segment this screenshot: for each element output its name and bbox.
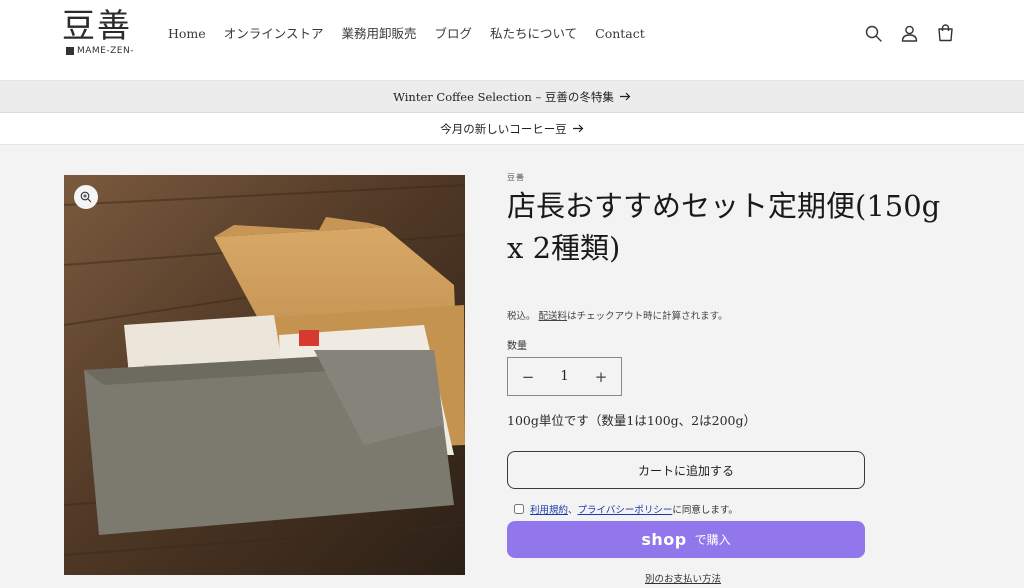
main-nav: Home オンラインストア 業務用卸販売 ブログ 私たちについて Contact bbox=[168, 24, 663, 44]
terms-suffix: に同意します。 bbox=[672, 505, 738, 516]
header-icons bbox=[864, 22, 954, 44]
cart-icon[interactable] bbox=[936, 22, 954, 44]
tax-note: 税込。 配送料はチェックアウト時に計算されます。 bbox=[507, 308, 728, 322]
search-icon[interactable] bbox=[864, 22, 882, 44]
quantity-stepper: − 1 + bbox=[507, 357, 622, 396]
nav-item-contact[interactable]: Contact bbox=[595, 24, 654, 44]
site-logo[interactable]: 豆善 MAME-ZEN- bbox=[62, 6, 140, 62]
logo-mark-icon bbox=[66, 47, 74, 55]
zoom-button[interactable] bbox=[74, 185, 98, 209]
nav-item-wholesale[interactable]: 業務用卸販売 bbox=[341, 24, 425, 44]
quantity-increase-button[interactable]: + bbox=[593, 368, 609, 386]
site-header: 豆善 MAME-ZEN- Home オンラインストア 業務用卸販売 ブログ 私た… bbox=[0, 0, 1024, 81]
quantity-label: 数量 bbox=[507, 341, 527, 352]
terms-link[interactable]: 利用規約 bbox=[530, 505, 568, 516]
product-title: 店長おすすめセット定期便(150g x 2種類) bbox=[507, 189, 941, 265]
unit-note: 100g単位です（数量1は100g、2は200g） bbox=[507, 413, 756, 428]
shop-pay-logo: shop bbox=[641, 530, 687, 549]
logo-sub-text: MAME-ZEN- bbox=[77, 46, 134, 56]
shop-pay-label: で購入 bbox=[694, 533, 731, 547]
announcement-secondary-text: 今月の新しいコーヒー豆 bbox=[440, 121, 567, 136]
product-photo bbox=[64, 175, 465, 575]
logo-text: 豆善 bbox=[62, 6, 132, 45]
shop-pay-button[interactable]: shop で購入 bbox=[507, 521, 865, 558]
product-image[interactable] bbox=[64, 175, 465, 575]
add-to-cart-button[interactable]: カートに追加する bbox=[507, 451, 865, 489]
privacy-policy-link[interactable]: プライバシーポリシー bbox=[578, 505, 673, 516]
arrow-right-icon bbox=[619, 90, 631, 104]
quantity-decrease-button[interactable]: − bbox=[520, 368, 536, 386]
account-icon[interactable] bbox=[900, 22, 918, 44]
arrow-right-icon bbox=[572, 122, 584, 136]
announcement-bar-primary[interactable]: Winter Coffee Selection – 豆善の冬特集 bbox=[0, 81, 1024, 113]
logo-subtitle: MAME-ZEN- bbox=[66, 46, 134, 56]
announcement-primary-text: Winter Coffee Selection – 豆善の冬特集 bbox=[393, 89, 614, 104]
tax-suffix: はチェックアウト時に計算されます。 bbox=[567, 311, 728, 322]
tax-prefix: 税込。 bbox=[507, 311, 536, 322]
announcement-bar-secondary[interactable]: 今月の新しいコーヒー豆 bbox=[0, 113, 1024, 145]
product-vendor: 豆善 bbox=[507, 173, 525, 182]
more-payment-options-link[interactable]: 別のお支払い方法 bbox=[645, 571, 721, 585]
terms-separator: 、 bbox=[568, 505, 578, 516]
shipping-link[interactable]: 配送料 bbox=[539, 311, 568, 322]
terms-agreement: 利用規約、プライバシーポリシーに同意します。 bbox=[514, 502, 738, 516]
nav-item-home[interactable]: Home bbox=[168, 24, 215, 44]
nav-item-blog[interactable]: ブログ bbox=[434, 24, 481, 44]
nav-item-online-store[interactable]: オンラインストア bbox=[224, 24, 333, 44]
quantity-input[interactable]: 1 bbox=[560, 369, 568, 384]
zoom-icon bbox=[80, 191, 92, 203]
nav-item-about[interactable]: 私たちについて bbox=[490, 24, 586, 44]
terms-checkbox[interactable] bbox=[514, 504, 524, 514]
